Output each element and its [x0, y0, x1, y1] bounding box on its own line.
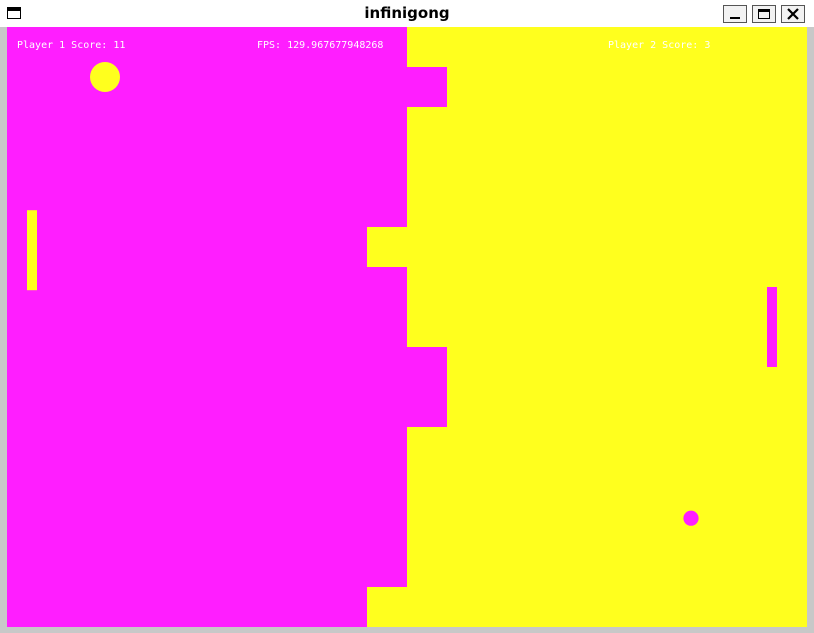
player1-territory-row: [7, 67, 447, 107]
playfield: [7, 27, 807, 627]
ball-player1: [90, 62, 120, 92]
player1-territory-row: [7, 187, 407, 227]
player1-score: Player 1 Score: 11: [17, 40, 126, 51]
app-window: infinigong Player 1 Score: 11 FPS: 129.9…: [0, 0, 814, 633]
window-frame-bottom: [0, 627, 814, 633]
player1-paddle: [27, 210, 37, 291]
fps-counter: FPS: 129.967677948268: [257, 40, 384, 51]
maximize-button[interactable]: [752, 5, 776, 23]
player1-territory-row: [7, 587, 367, 627]
close-button[interactable]: [781, 5, 805, 23]
close-icon: [787, 8, 799, 20]
player2-score: Player 2 Score: 3: [608, 40, 711, 51]
player1-territory-row: [7, 427, 407, 467]
player1-territory-row: [7, 507, 407, 547]
player1-territory-row: [7, 227, 367, 267]
game-canvas[interactable]: Player 1 Score: 11 FPS: 129.967677948268…: [7, 27, 807, 627]
player1-territory-row: [7, 147, 407, 187]
title-bar[interactable]: infinigong: [0, 0, 814, 28]
window-frame-right: [807, 27, 814, 633]
player1-territory-row: [7, 467, 407, 507]
window-title: infinigong: [364, 4, 450, 22]
window-frame-left: [0, 27, 7, 633]
player1-territory-row: [7, 107, 407, 147]
player1-territory-row: [7, 267, 407, 307]
player1-territory-row: [7, 547, 407, 587]
minimize-button[interactable]: [723, 5, 747, 23]
player1-territory-row: [7, 387, 447, 427]
ball-player2: [683, 510, 699, 526]
player2-paddle: [767, 287, 777, 367]
player1-territory-row: [7, 347, 447, 387]
player1-territory-row: [7, 307, 407, 347]
